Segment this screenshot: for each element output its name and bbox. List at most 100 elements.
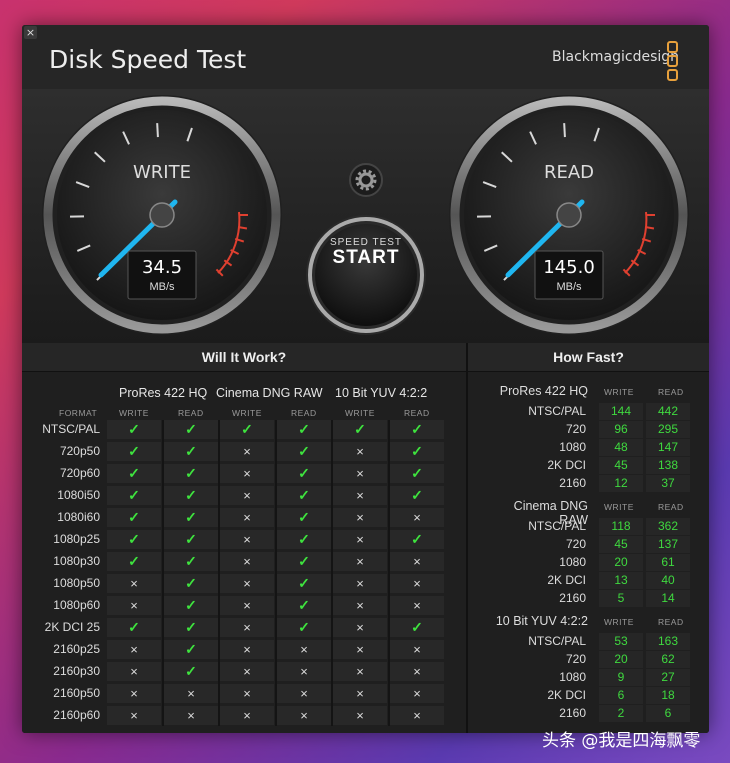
cross-icon: × — [220, 640, 274, 659]
read-label: READ — [543, 162, 595, 183]
write-speed: 12 — [599, 475, 643, 492]
check-icon: ✓ — [333, 420, 387, 439]
cross-icon: × — [390, 552, 444, 571]
column-divider — [388, 420, 390, 726]
read-speed: 18 — [646, 687, 690, 704]
cross-icon: × — [333, 662, 387, 681]
check-icon: ✓ — [390, 464, 444, 483]
column-divider — [162, 420, 164, 726]
write-speed: 5 — [599, 590, 643, 607]
results-area: Will It Work? ProRes 422 HQ WRITE READ Cine… — [22, 343, 709, 733]
read-caption: READ — [658, 502, 684, 512]
format-label: NTSC/PAL — [528, 404, 586, 418]
read-speed: 147 — [646, 439, 690, 456]
format-label: 2160 — [559, 706, 586, 720]
check-icon: ✓ — [390, 420, 444, 439]
write-speed: 13 — [599, 572, 643, 589]
redline-tick — [644, 226, 655, 230]
gauge-tick — [563, 123, 566, 138]
cross-icon: × — [220, 706, 274, 725]
cross-icon: × — [220, 464, 274, 483]
cross-icon: × — [277, 684, 331, 703]
cross-icon: × — [220, 530, 274, 549]
write-speed: 20 — [599, 651, 643, 668]
start-button[interactable] — [306, 215, 426, 335]
write-speed: 9 — [599, 669, 643, 686]
column-divider — [275, 420, 277, 726]
settings-gear-icon[interactable] — [349, 163, 383, 197]
check-icon: ✓ — [107, 464, 161, 483]
check-icon: ✓ — [390, 530, 444, 549]
cross-icon: × — [277, 706, 331, 725]
read-speed: 61 — [646, 554, 690, 571]
read-caption: READ — [658, 617, 684, 627]
disk-speed-test-window: Disk Speed Test Blackmagicdesign WRITE 3… — [22, 25, 709, 733]
check-icon: ✓ — [164, 530, 218, 549]
read-value: 145.0 — [543, 257, 595, 278]
cross-icon: × — [220, 486, 274, 505]
check-icon: ✓ — [277, 530, 331, 549]
check-icon: ✓ — [390, 486, 444, 505]
check-icon: ✓ — [107, 420, 161, 439]
format-label: 1080p25 — [53, 532, 100, 546]
cross-icon: × — [220, 618, 274, 637]
cross-icon: × — [220, 508, 274, 527]
cross-icon: × — [220, 662, 274, 681]
check-icon: ✓ — [107, 486, 161, 505]
gauges-svg — [42, 95, 689, 335]
read-speed: 295 — [646, 421, 690, 438]
read-caption: READ — [178, 408, 204, 418]
check-icon: ✓ — [390, 618, 444, 637]
check-icon: ✓ — [277, 596, 331, 615]
read-caption: READ — [404, 408, 430, 418]
check-icon: ✓ — [164, 596, 218, 615]
format-label: 2160 — [559, 476, 586, 490]
gauge-area: WRITE 34.5 MB/s READ 145.0 MB/s SPEED TE… — [22, 89, 709, 343]
write-caption: WRITE — [604, 387, 634, 397]
write-gauge — [42, 95, 282, 335]
write-speed: 45 — [599, 457, 643, 474]
read-speed: 37 — [646, 475, 690, 492]
watermark: 头条 @我是四海飘零 — [542, 731, 701, 751]
write-caption: WRITE — [604, 617, 634, 627]
check-icon: ✓ — [277, 486, 331, 505]
format-label: 2160p50 — [53, 686, 100, 700]
cross-icon: × — [390, 640, 444, 659]
write-speed: 45 — [599, 536, 643, 553]
read-speed: 138 — [646, 457, 690, 474]
codec-name: Cinema DNG RAW — [216, 386, 323, 400]
write-speed: 6 — [599, 687, 643, 704]
write-value: 34.5 — [141, 257, 183, 278]
close-button[interactable]: × — [24, 26, 37, 39]
check-icon: ✓ — [277, 618, 331, 637]
cross-icon: × — [390, 574, 444, 593]
read-gauge — [449, 95, 689, 335]
check-icon: ✓ — [220, 420, 274, 439]
check-icon: ✓ — [164, 442, 218, 461]
check-icon: ✓ — [164, 420, 218, 439]
cross-icon: × — [220, 684, 274, 703]
cross-icon: × — [333, 684, 387, 703]
format-label: 2160 — [559, 591, 586, 605]
check-icon: ✓ — [390, 442, 444, 461]
cross-icon: × — [333, 574, 387, 593]
write-speed: 144 — [599, 403, 643, 420]
cross-icon: × — [390, 662, 444, 681]
cross-icon: × — [333, 706, 387, 725]
check-icon: ✓ — [164, 508, 218, 527]
cross-icon: × — [107, 596, 161, 615]
will-it-work-panel: Will It Work? ProRes 422 HQ WRITE READ Cine… — [22, 343, 468, 733]
check-icon: ✓ — [277, 508, 331, 527]
read-speed: 14 — [646, 590, 690, 607]
write-speed: 2 — [599, 705, 643, 722]
check-icon: ✓ — [164, 662, 218, 681]
format-caption: FORMAT — [59, 408, 98, 418]
read-speed: 62 — [646, 651, 690, 668]
check-icon: ✓ — [107, 618, 161, 637]
format-label: NTSC/PAL — [42, 422, 100, 436]
cross-icon: × — [164, 706, 218, 725]
read-speed: 137 — [646, 536, 690, 553]
check-icon: ✓ — [277, 552, 331, 571]
cross-icon: × — [333, 552, 387, 571]
check-icon: ✓ — [277, 420, 331, 439]
